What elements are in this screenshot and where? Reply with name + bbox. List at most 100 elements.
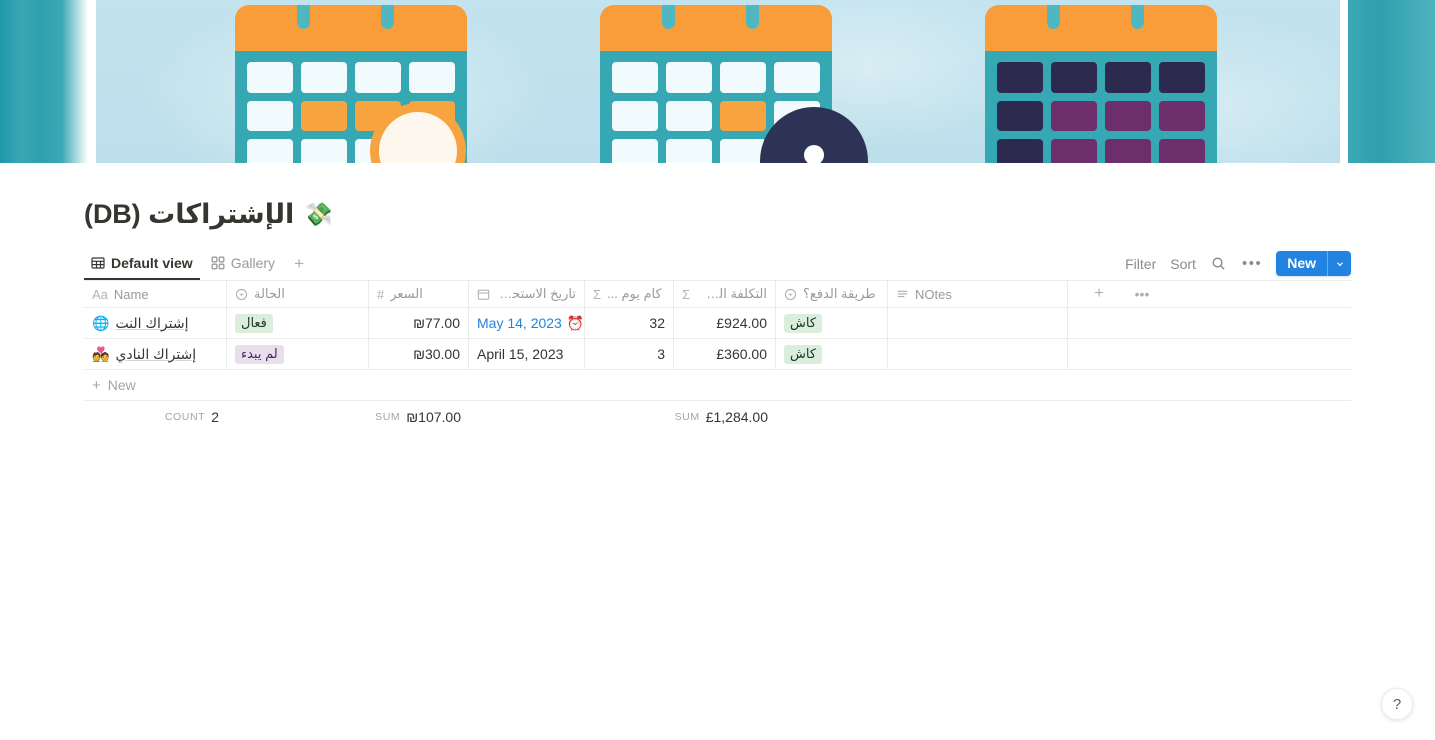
footer-trailing-cell: [1068, 401, 1351, 433]
table-icon: [91, 256, 105, 270]
calendar-illustration-3: [985, 5, 1217, 163]
row-name-cell[interactable]: إشتراك النادي 💑: [84, 339, 227, 369]
payment-method-badge: كاش: [784, 313, 823, 333]
column-header-days[interactable]: كام يوم ... Σ: [585, 281, 674, 307]
database-table: Aa Name الحالة السعر # تاريخ الاستحقاق ك…: [84, 280, 1351, 433]
row-annual-cost-cell[interactable]: £924.00: [674, 308, 776, 338]
row-trailing-cell: [1068, 308, 1351, 338]
view-tabs: Default view Gallery +: [84, 251, 312, 280]
row-due-date-cell[interactable]: April 15, 2023: [469, 339, 585, 369]
row-due-date-label: May 14, 2023: [477, 315, 562, 331]
page-cover-image: [0, 0, 1435, 163]
add-column-button[interactable]: +: [1076, 285, 1122, 303]
row-price-cell[interactable]: ₪77.00: [369, 308, 469, 338]
column-header-name[interactable]: Aa Name: [84, 281, 227, 307]
database-toolbar: Default view Gallery + Filter Sort ••• N…: [0, 248, 1435, 280]
chevron-down-icon[interactable]: [1327, 251, 1351, 276]
column-header-actions: + •••: [1068, 281, 1351, 307]
footer-payment-cell[interactable]: [776, 401, 888, 433]
column-header-notes-label: NOtes: [915, 286, 952, 302]
formula-sigma-icon: Σ: [682, 286, 691, 302]
couple-with-heart-icon: 💑: [92, 345, 110, 362]
status-badge: فعال: [235, 313, 273, 333]
row-price-cell[interactable]: ₪30.00: [369, 339, 469, 369]
footer-price-sum-cell[interactable]: SUM ₪107.00: [369, 401, 469, 433]
gallery-grid-icon: [211, 256, 225, 270]
tab-gallery-label: Gallery: [230, 255, 276, 271]
tab-gallery[interactable]: Gallery: [204, 251, 282, 280]
column-header-due-date[interactable]: تاريخ الاستحقاق: [469, 281, 585, 307]
column-header-notes[interactable]: NOtes: [888, 281, 1068, 307]
row-trailing-cell: [1068, 339, 1351, 369]
row-days-cell[interactable]: 3: [585, 339, 674, 369]
page-title: الإشتراكات (DB): [84, 199, 295, 229]
toolbar-actions: Filter Sort ••• New: [1125, 251, 1351, 280]
column-header-status-label: الحالة: [254, 286, 285, 301]
select-icon: [784, 288, 797, 301]
row-annual-cost-cell[interactable]: £360.00: [674, 339, 776, 369]
tab-default-view[interactable]: Default view: [84, 251, 200, 280]
footer-price-sum-value: ₪107.00: [406, 409, 461, 425]
money-emoji-icon: 💸: [304, 201, 333, 227]
row-days-cell[interactable]: 32: [585, 308, 674, 338]
new-record-label: New: [1287, 255, 1316, 271]
table-header-row: Aa Name الحالة السعر # تاريخ الاستحقاق ك…: [84, 281, 1351, 308]
column-header-annual-cost-label: التكلفة السنوية: [696, 286, 767, 301]
footer-date-cell[interactable]: [469, 401, 585, 433]
row-due-date-cell[interactable]: May 14, 2023 ⏰: [469, 308, 585, 338]
column-header-payment-method-label: طريقة الدفع؟: [803, 286, 876, 301]
footer-annual-sum-value: £1,284.00: [705, 409, 768, 425]
column-header-annual-cost[interactable]: التكلفة السنوية Σ: [674, 281, 776, 307]
alarm-clock-icon: ⏰: [566, 314, 585, 331]
page-title-row: 💸 الإشتراكات (DB): [0, 163, 1351, 230]
row-notes-cell[interactable]: [888, 339, 1068, 369]
row-payment-method-cell[interactable]: كاش: [776, 339, 888, 369]
column-header-name-label: Name: [113, 286, 149, 302]
add-view-button[interactable]: +: [286, 253, 312, 278]
footer-days-cell[interactable]: [585, 401, 674, 433]
footer-count-label: COUNT: [164, 411, 206, 423]
filter-button[interactable]: Filter: [1125, 256, 1156, 272]
row-name-cell[interactable]: إشتراك النت 🌐: [84, 308, 227, 338]
search-icon[interactable]: [1210, 255, 1228, 273]
status-badge: لم يبدء: [235, 344, 284, 364]
tab-default-view-label: Default view: [111, 255, 193, 271]
text-lines-icon: [896, 288, 909, 301]
column-header-payment-method[interactable]: طريقة الدفع؟: [776, 281, 888, 307]
row-status-cell[interactable]: لم يبدء: [227, 339, 369, 369]
row-payment-method-cell[interactable]: كاش: [776, 308, 888, 338]
column-header-status[interactable]: الحالة: [227, 281, 369, 307]
plus-icon: +: [92, 376, 101, 394]
footer-annual-sum-cell[interactable]: SUM £1,284.00: [674, 401, 776, 433]
help-button[interactable]: ?: [1381, 688, 1413, 720]
footer-count-cell[interactable]: COUNT 2: [84, 401, 227, 433]
globe-icon: 🌐: [92, 314, 110, 331]
sort-button[interactable]: Sort: [1170, 256, 1196, 272]
select-icon: [235, 288, 248, 301]
table-row[interactable]: إشتراك النادي 💑 لم يبدء ₪30.00 April 15,…: [84, 339, 1351, 370]
calendar-icon: [477, 288, 490, 301]
more-options-icon[interactable]: •••: [1242, 256, 1262, 271]
footer-price-sum-label: SUM: [375, 411, 401, 423]
column-header-price-label: السعر: [390, 286, 423, 301]
number-hash-icon: #: [377, 286, 385, 302]
table-row[interactable]: إشتراك النت 🌐 فعال ₪77.00 May 14, 2023 ⏰…: [84, 308, 1351, 339]
column-header-due-date-label: تاريخ الاستحقاق: [496, 286, 576, 301]
new-record-button[interactable]: New: [1276, 251, 1351, 276]
title-aa-icon: Aa: [92, 286, 108, 302]
column-header-price[interactable]: السعر #: [369, 281, 469, 307]
row-notes-cell[interactable]: [888, 308, 1068, 338]
footer-count-value: 2: [211, 409, 219, 425]
formula-sigma-icon: Σ: [593, 286, 602, 302]
payment-method-badge: كاش: [784, 344, 823, 364]
new-row-label: New: [107, 377, 136, 393]
footer-notes-cell[interactable]: [888, 401, 1068, 433]
row-status-cell[interactable]: فعال: [227, 308, 369, 338]
row-name-label: إشتراك النت: [115, 314, 189, 331]
column-header-days-label: كام يوم ...: [607, 286, 662, 301]
footer-status-cell[interactable]: [227, 401, 369, 433]
new-row-button[interactable]: + New: [84, 370, 1351, 401]
row-due-date-label: April 15, 2023: [477, 346, 564, 362]
table-footer: COUNT 2 SUM ₪107.00 SUM £1,284.00: [84, 401, 1351, 433]
column-options-icon[interactable]: •••: [1122, 286, 1162, 302]
